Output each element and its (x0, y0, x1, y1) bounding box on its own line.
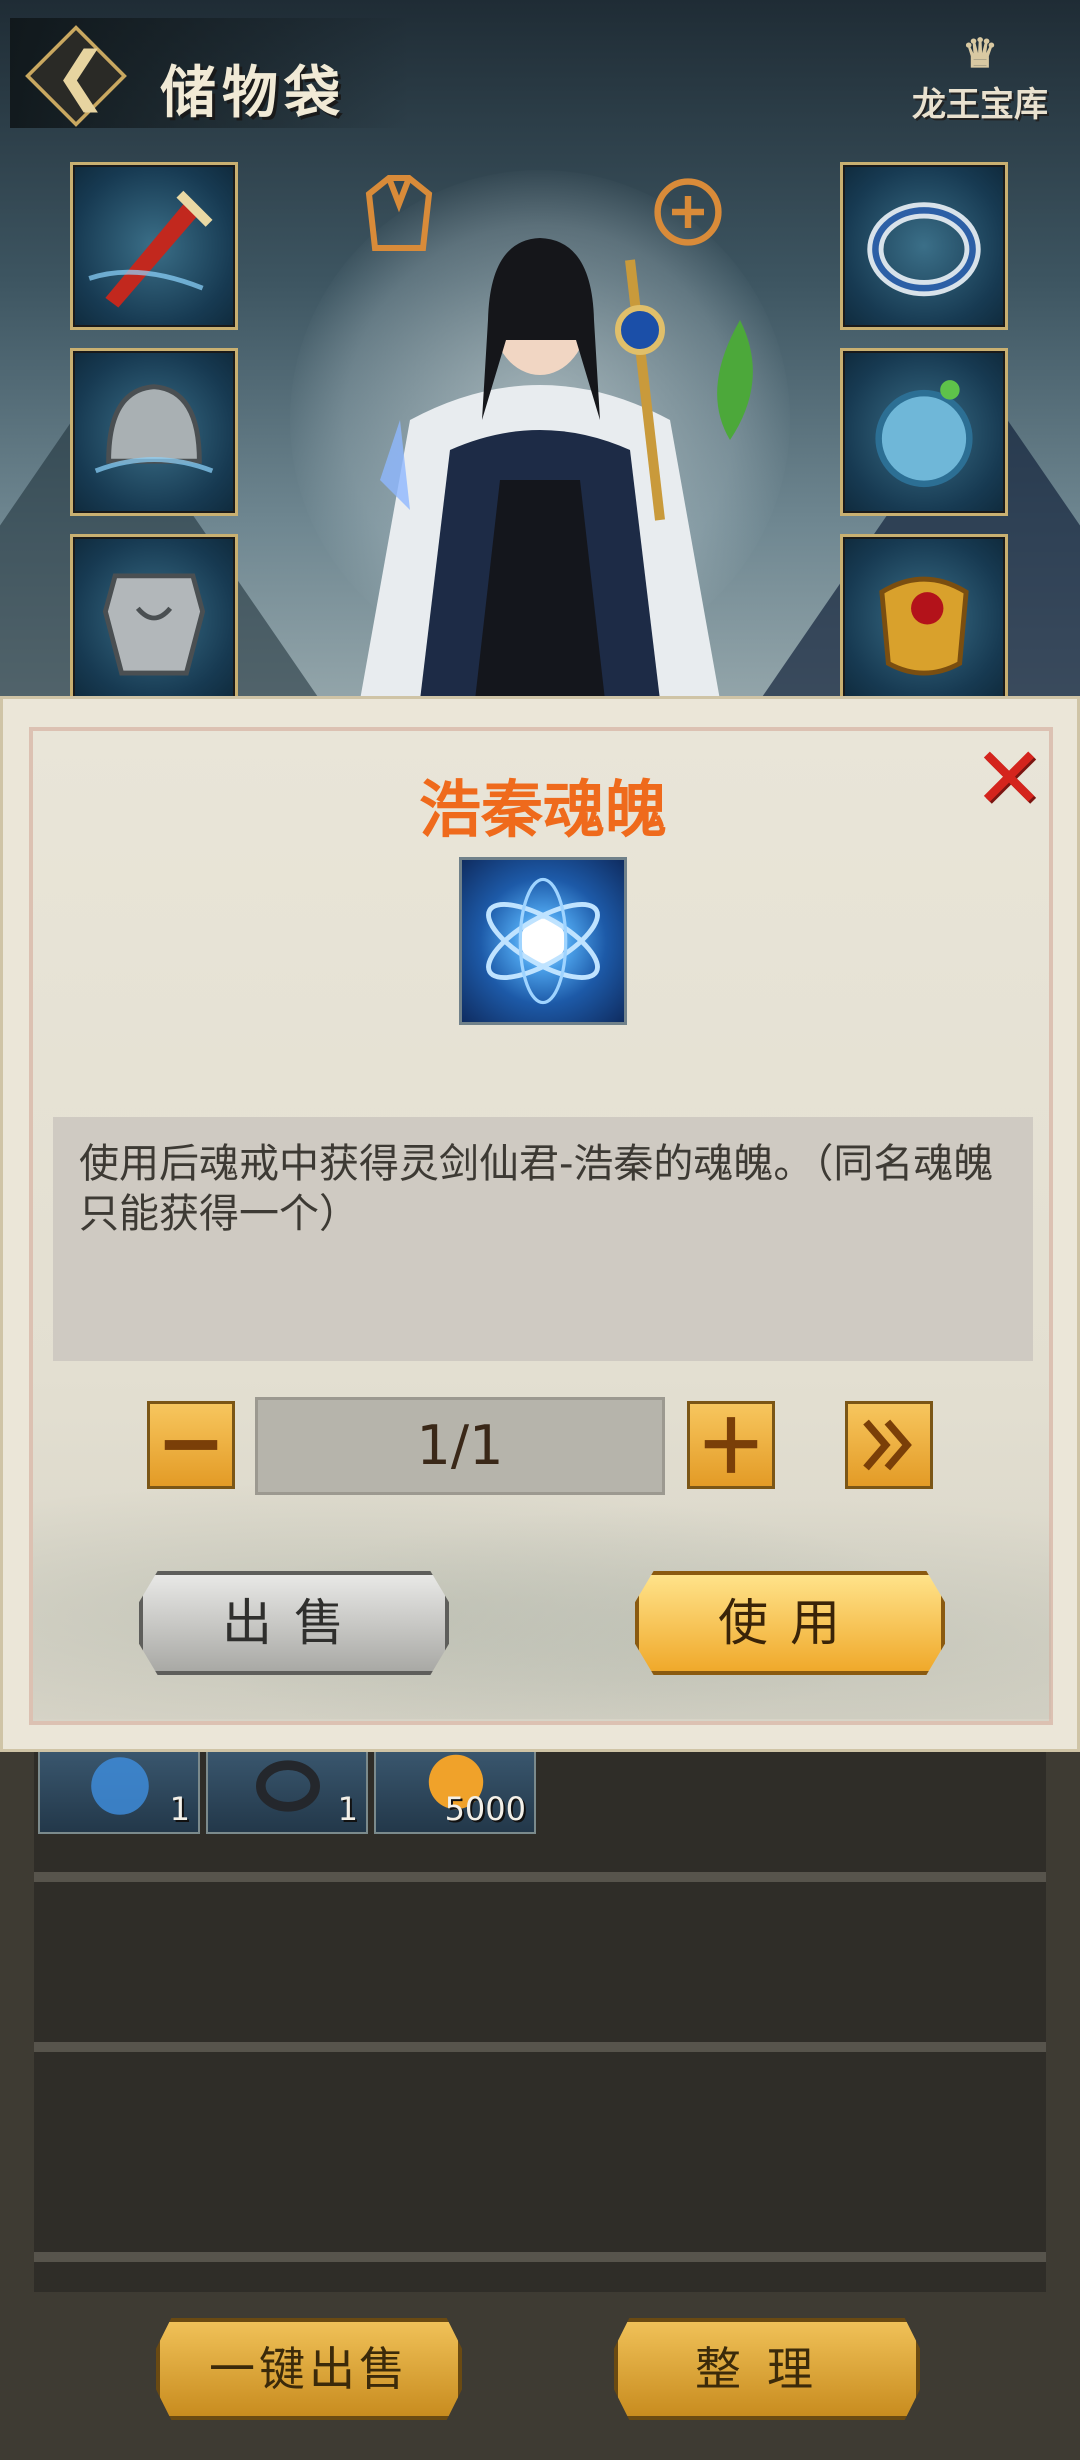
soul-orb-icon (91, 1757, 149, 1815)
orb-icon (875, 380, 973, 488)
ring-icon (867, 202, 981, 297)
back-arrow-icon[interactable]: ❮ (54, 44, 112, 108)
title-bar: ❮ 储物袋 (10, 18, 410, 128)
bag-item[interactable]: 1 (38, 1740, 200, 1834)
bag-item[interactable]: 5000 (374, 1740, 536, 1834)
bag-row (34, 1872, 1046, 2052)
equip-slot-amulet[interactable] (840, 534, 1008, 700)
close-icon[interactable]: ✕ (969, 736, 1049, 822)
item-description: 使用后魂戒中获得灵剑仙君-浩秦的魂魄。（同名魂魄只能获得一个） (79, 1141, 994, 1237)
dragon-treasury-button[interactable]: ♛ 龙王宝库 (900, 30, 1060, 150)
helmet-icon (94, 384, 214, 474)
double-chevron-right-icon (863, 1419, 912, 1471)
organize-button[interactable]: 整理 (614, 2318, 920, 2420)
equip-slot-ring[interactable] (840, 162, 1008, 330)
item-name: 浩秦魂魄 (418, 773, 667, 846)
treasury-label: 龙王宝库 (912, 85, 1048, 125)
equip-slot-helmet[interactable] (70, 348, 238, 516)
sell-button[interactable]: 出售 (139, 1571, 449, 1675)
soul-orb-icon (486, 877, 600, 1005)
max-quantity-button[interactable] (845, 1401, 933, 1489)
item-icon-frame (459, 857, 627, 1025)
plus-icon (704, 1417, 758, 1473)
sword-icon (88, 190, 213, 308)
hero-character (360, 238, 753, 700)
item-count: 1 (337, 1790, 358, 1828)
armor-icon (102, 573, 206, 676)
decrease-quantity-button[interactable] (147, 1401, 235, 1489)
item-detail-dialog: 浩秦魂魄 ✕ 使用后魂戒中获得灵剑仙君-浩秦的魂魄。（同名魂魄只能获得一个） 1… (0, 696, 1080, 1752)
ring-icon (256, 1760, 320, 1812)
amulet-icon (879, 576, 969, 676)
equip-slot-orb[interactable] (840, 348, 1008, 516)
minus-icon (164, 1440, 218, 1450)
equip-slot-armor[interactable] (70, 534, 238, 700)
bag-item[interactable]: 1 (206, 1740, 368, 1834)
page-title: 储物袋 (160, 60, 346, 126)
item-count: 1 (169, 1790, 190, 1828)
use-button[interactable]: 使用 (635, 1571, 945, 1675)
bag-row (34, 2252, 1046, 2292)
equip-slot-weapon[interactable] (70, 162, 238, 330)
item-count: 5000 (444, 1790, 526, 1828)
quantity-display: 1/1 (255, 1397, 665, 1495)
sell-all-button[interactable]: 一键出售 (156, 2318, 462, 2420)
increase-quantity-button[interactable] (687, 1401, 775, 1489)
item-description-box: 使用后魂戒中获得灵剑仙君-浩秦的魂魄。（同名魂魄只能获得一个） (53, 1117, 1033, 1361)
bag-row (34, 2042, 1046, 2262)
crown-icon: ♛ (962, 30, 998, 77)
hero-scene: ❮ 储物袋 ♛ 龙王宝库 (0, 0, 1080, 700)
